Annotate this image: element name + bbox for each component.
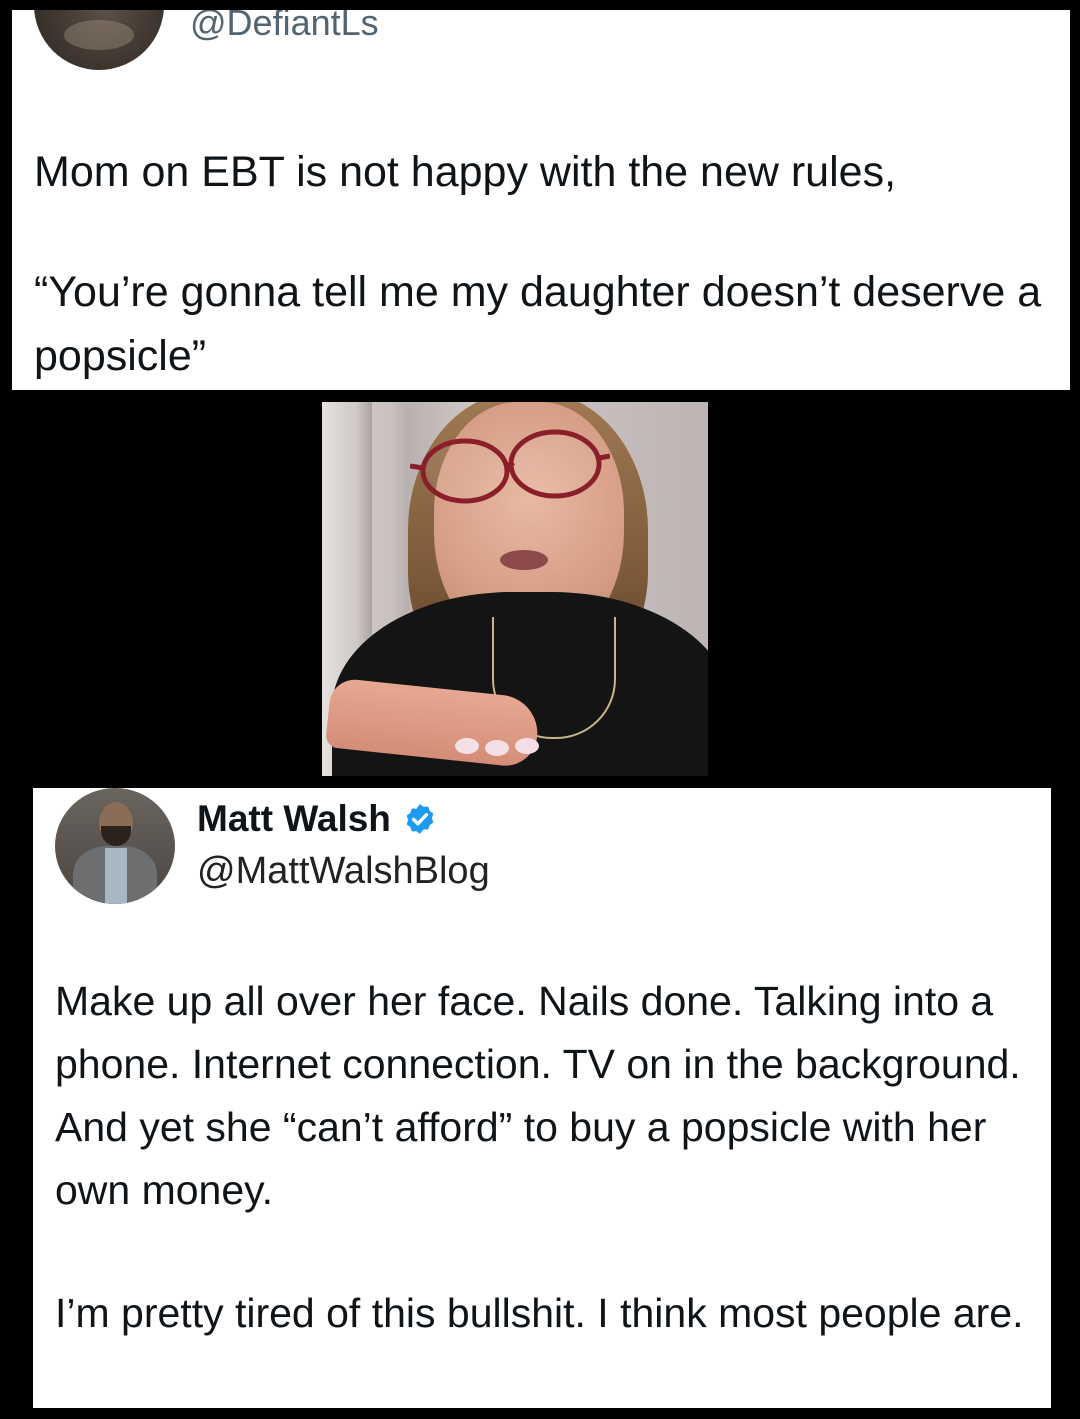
photo-nails — [455, 738, 539, 756]
tweet1-text: Mom on EBT is not happy with the new rul… — [34, 140, 1044, 388]
author-name[interactable]: Matt Walsh — [197, 798, 391, 840]
photo-mouth — [500, 550, 548, 570]
tweet2-text: Make up all over her face. Nails done. T… — [55, 970, 1035, 1345]
avatar-beard — [101, 826, 131, 846]
tweet2-paragraph2: I’m pretty tired of this bullshit. I thi… — [55, 1290, 1024, 1336]
tweet2-paragraph1: Make up all over her face. Nails done. T… — [55, 978, 1021, 1213]
mattwalsh-avatar[interactable] — [55, 788, 175, 904]
avatar-shirt — [105, 848, 127, 904]
tweet-card-defiantls: @DefiantLs Mom on EBT is not happy with … — [12, 10, 1070, 390]
tweet-card-mattwalsh: Matt Walsh @MattWalshBlog Make up all ov… — [33, 788, 1051, 1408]
tweet1-quote: “You’re gonna tell me my daughter doesn’… — [34, 268, 1042, 380]
tweet1-line1: Mom on EBT is not happy with the new rul… — [34, 148, 897, 196]
glasses-shape — [410, 429, 610, 504]
defiantls-handle[interactable]: @DefiantLs — [190, 10, 379, 44]
avatar-highlight — [64, 20, 134, 50]
author-handle[interactable]: @MattWalshBlog — [197, 850, 490, 893]
verified-badge-icon — [406, 804, 434, 834]
tweet1-photo[interactable] — [322, 402, 708, 776]
defiantls-avatar[interactable] — [34, 10, 164, 70]
author-row: Matt Walsh — [197, 798, 437, 840]
